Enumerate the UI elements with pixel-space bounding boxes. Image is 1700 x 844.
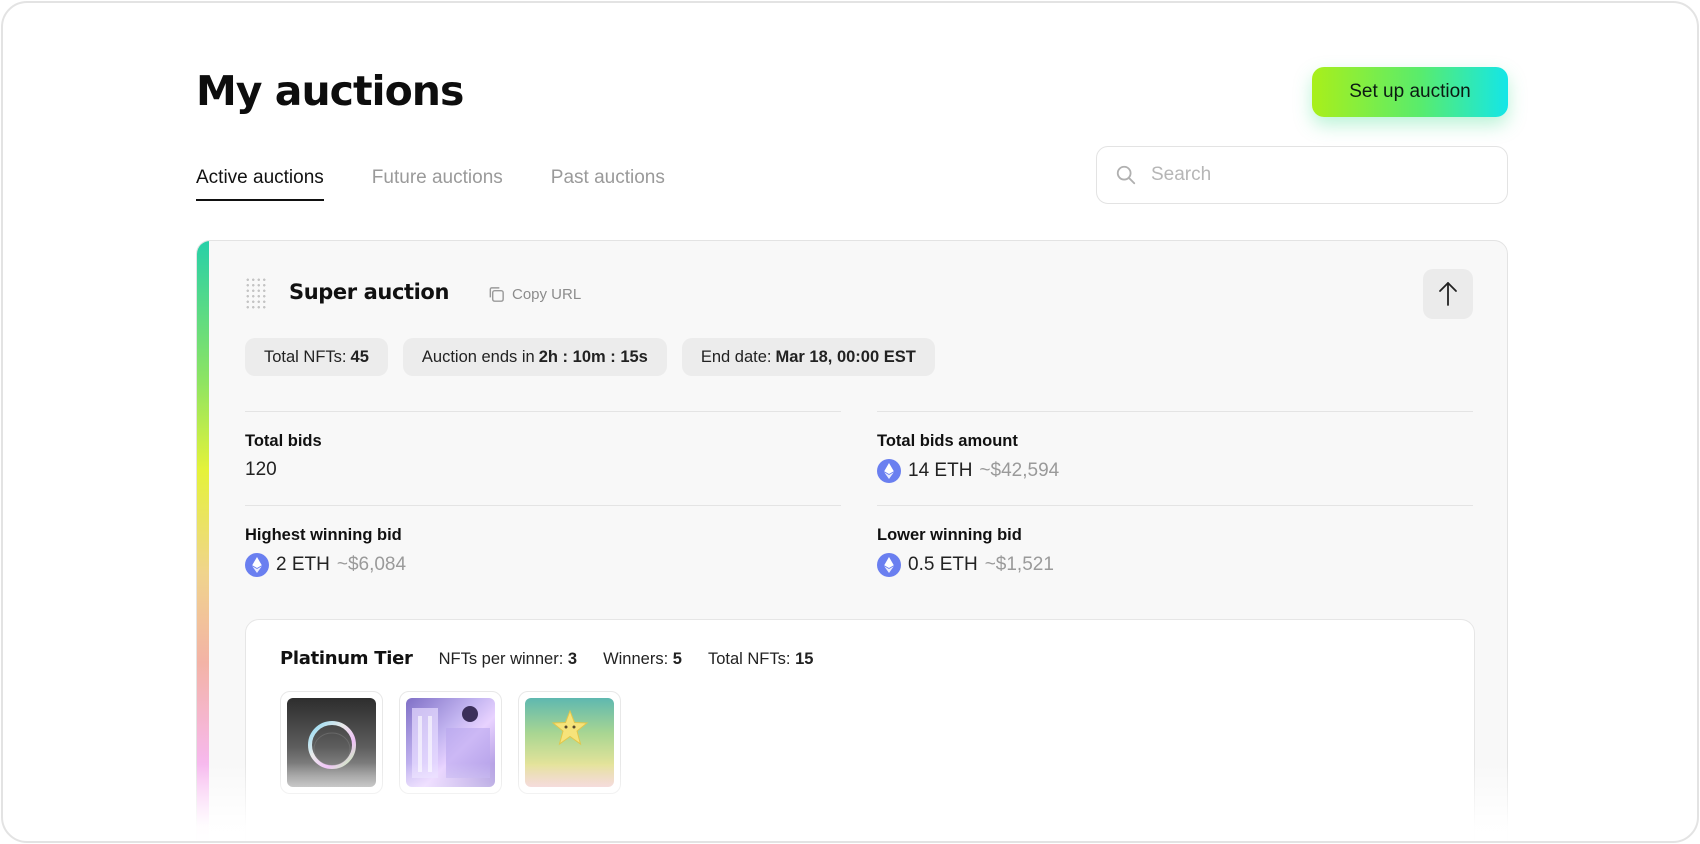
end-date-chip: End date: Mar 18, 00:00 EST <box>681 338 935 376</box>
lower-winning-bid-eth: 0.5 ETH <box>908 554 978 575</box>
tab-past-auctions[interactable]: Past auctions <box>551 167 665 201</box>
auction-accent-bar <box>197 241 209 841</box>
total-bids-label: Total bids <box>245 432 322 450</box>
tier-header: Platinum Tier NFTs per winner: 3 Winners… <box>280 648 813 669</box>
auction-ends-chip-label: Auction ends in <box>421 347 535 366</box>
arrow-up-icon <box>1439 282 1457 306</box>
tier-total-nfts-label: Total NFTs: <box>707 650 791 668</box>
total-bids-amount-usd: ~$42,594 <box>979 460 1060 481</box>
search-input[interactable] <box>1151 164 1471 186</box>
drag-handle-icon[interactable] <box>245 277 267 309</box>
lower-winning-bid-value-row: 0.5 ETH ~$1,521 <box>877 553 1473 577</box>
nft-thumbnail[interactable] <box>518 691 621 794</box>
room-artwork <box>406 698 495 787</box>
end-date-chip-value: Mar 18, 00:00 EST <box>775 347 916 366</box>
auction-tabs: Active auctions Future auctions Past auc… <box>196 167 665 201</box>
winners-value: 5 <box>672 650 682 668</box>
star-artwork <box>525 698 614 787</box>
nfts-per-winner-value: 3 <box>567 650 578 668</box>
nft-thumbnail[interactable] <box>399 691 502 794</box>
collapse-button[interactable] <box>1423 269 1473 319</box>
total-nfts-chip-label: Total NFTs: <box>264 347 347 366</box>
auction-title: Super auction <box>289 280 450 304</box>
tier-total-nfts: Total NFTs: 15 <box>708 650 813 669</box>
total-nfts-chip-value: 45 <box>350 347 369 366</box>
highest-winning-bid-value-row: 2 ETH ~$6,084 <box>245 553 841 577</box>
page-content: My auctions Set up auction Active auctio… <box>196 3 1508 841</box>
auction-ends-chip: Auction ends in 2h : 10m : 15s <box>402 338 667 376</box>
platinum-tier-card: Platinum Tier NFTs per winner: 3 Winners… <box>245 619 1475 841</box>
nft-thumbnail[interactable] <box>280 691 383 794</box>
total-bids-amount-eth: 14 ETH <box>908 460 973 481</box>
search-box[interactable] <box>1096 146 1508 204</box>
lower-winning-bid-label: Lower winning bid <box>877 526 1022 544</box>
eth-icon <box>877 459 901 483</box>
end-date-chip-label: End date: <box>700 347 772 366</box>
eth-icon <box>877 553 901 577</box>
highest-winning-bid-usd: ~$6,084 <box>336 554 407 575</box>
total-bids-stat: Total bids 120 <box>245 411 841 481</box>
page-title: My auctions <box>196 67 464 115</box>
auction-ends-chip-value: 2h : 10m : 15s <box>538 347 648 366</box>
lower-winning-bid-usd: ~$1,521 <box>984 554 1054 575</box>
copy-url-button[interactable]: Copy URL <box>487 285 581 304</box>
highest-winning-bid-stat: Highest winning bid 2 ETH ~$6,084 <box>245 505 841 577</box>
tab-future-auctions[interactable]: Future auctions <box>372 167 503 201</box>
tier-total-nfts-value: 15 <box>795 650 814 668</box>
tier-name: Platinum Tier <box>280 648 413 669</box>
app-frame: My auctions Set up auction Active auctio… <box>1 1 1699 843</box>
total-nfts-chip: Total NFTs: 45 <box>245 338 388 376</box>
total-bids-amount-value-row: 14 ETH ~$42,594 <box>877 459 1473 483</box>
winners-count: Winners: 5 <box>603 650 682 669</box>
search-icon <box>1116 165 1136 185</box>
highest-winning-bid-eth: 2 ETH <box>276 554 330 575</box>
total-bids-amount-stat: Total bids amount 14 ETH ~$42,594 <box>877 411 1473 483</box>
nft-thumbnails <box>280 691 621 794</box>
set-up-auction-button[interactable]: Set up auction <box>1312 67 1508 117</box>
lower-winning-bid-stat: Lower winning bid 0.5 ETH ~$1,521 <box>877 505 1473 577</box>
copy-url-label: Copy URL <box>512 286 582 303</box>
total-bids-amount-label: Total bids amount <box>877 432 1018 450</box>
nfts-per-winner-label: NFTs per winner: <box>438 650 564 668</box>
highest-winning-bid-label: Highest winning bid <box>245 526 402 544</box>
eth-icon <box>245 553 269 577</box>
total-bids-value-row: 120 <box>245 459 841 481</box>
ring-artwork <box>287 698 376 787</box>
auction-info-chips: Total NFTs: 45 Auction ends in 2h : 10m … <box>245 338 935 376</box>
auction-card: Super auction Copy URL Total NFTs: 45 Au… <box>196 240 1508 841</box>
winners-label: Winners: <box>603 650 669 668</box>
nfts-per-winner: NFTs per winner: 3 <box>439 650 577 669</box>
copy-icon <box>489 287 504 302</box>
tab-active-auctions[interactable]: Active auctions <box>196 167 324 201</box>
total-bids-value: 120 <box>245 459 277 480</box>
